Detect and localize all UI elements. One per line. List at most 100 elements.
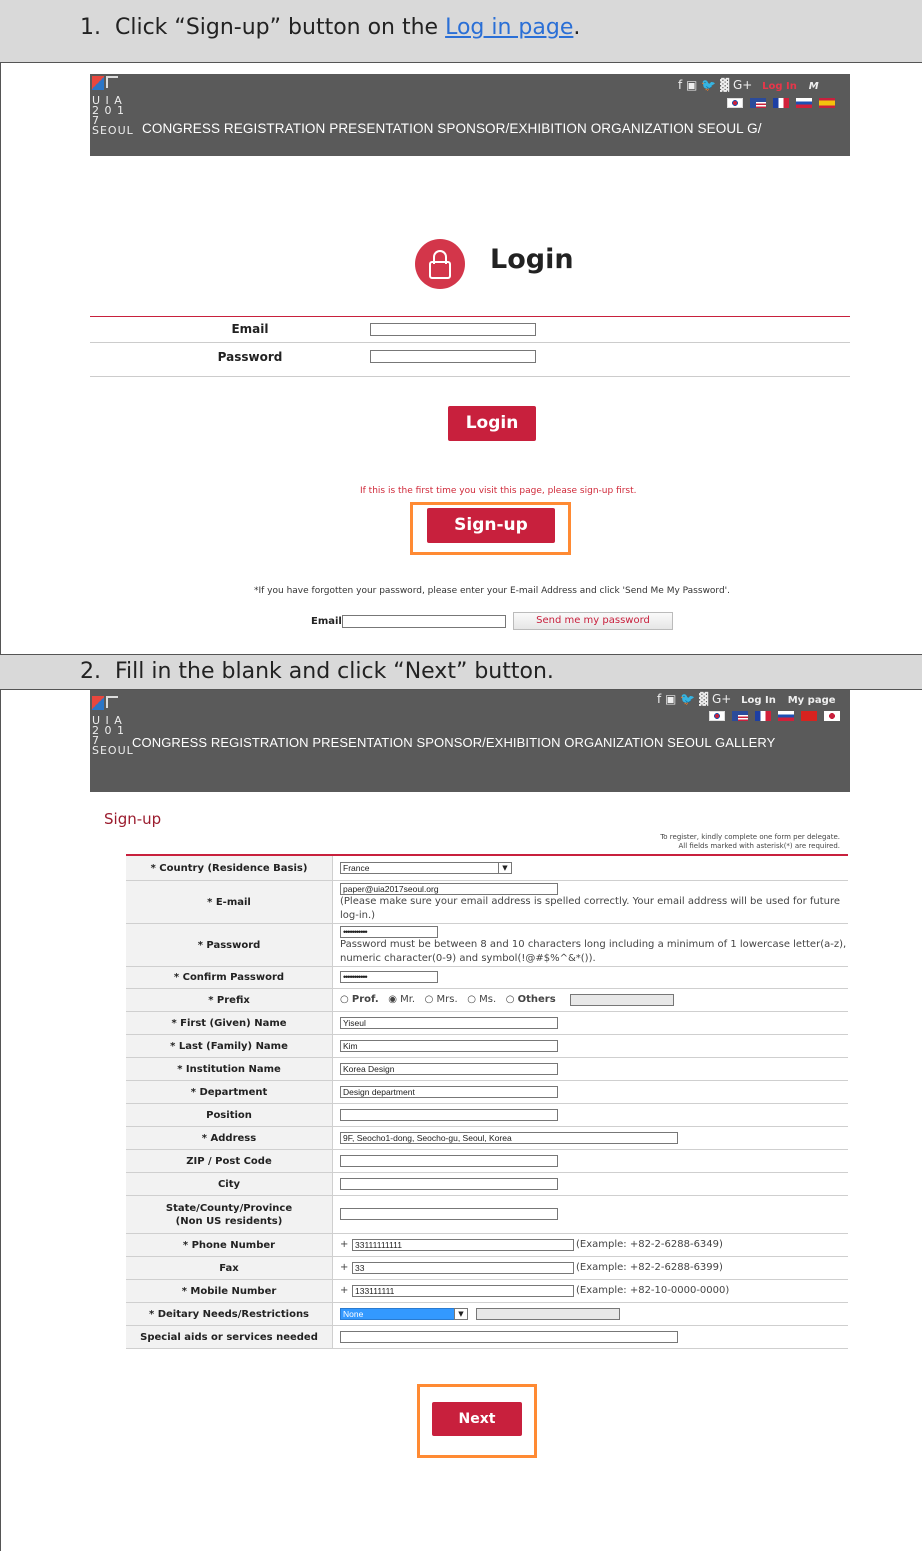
prefix-prof-radio[interactable]: ○ Prof. bbox=[340, 994, 379, 1005]
login-page-link[interactable]: Log in page bbox=[445, 15, 573, 40]
last-name-input[interactable]: Kim bbox=[340, 1040, 558, 1052]
mobile-label: * Mobile Number bbox=[126, 1280, 333, 1302]
login-button[interactable]: Login bbox=[448, 406, 536, 441]
password-help-text: Password must be between 8 and 10 charac… bbox=[340, 939, 847, 964]
position-label: Position bbox=[126, 1104, 333, 1126]
signup-form: * Country (Residence Basis) France ▼ * E… bbox=[126, 854, 848, 1490]
prefix-label: * Prefix bbox=[126, 989, 333, 1011]
fax-example: (Example: +82-2-6288-6399) bbox=[576, 1262, 723, 1273]
logo-line-3: SEOUL bbox=[92, 744, 134, 757]
email-input[interactable]: paper@uia2017seoul.org bbox=[340, 883, 558, 895]
signup-title: Sign-up bbox=[104, 810, 162, 828]
lock-icon bbox=[415, 239, 465, 289]
institution-input[interactable]: Korea Design bbox=[340, 1063, 558, 1075]
zip-label: ZIP / Post Code bbox=[126, 1150, 333, 1172]
confirm-password-input[interactable]: ••••••••••• bbox=[340, 971, 438, 983]
special-aids-input[interactable] bbox=[340, 1331, 678, 1343]
social-icons[interactable]: f ▣ 🐦 ▓ G+ Log In M bbox=[678, 78, 819, 92]
country-select[interactable]: France bbox=[340, 862, 512, 874]
france-flag-icon[interactable] bbox=[773, 98, 789, 108]
special-aids-row: Special aids or services needed bbox=[126, 1326, 848, 1349]
first-time-note: If this is the first time you visit this… bbox=[360, 486, 637, 496]
state-row: State/County/Province (Non US residents) bbox=[126, 1196, 848, 1234]
signup-button[interactable]: Sign-up bbox=[427, 508, 555, 543]
spain-flag-icon[interactable] bbox=[819, 98, 835, 108]
email-input[interactable] bbox=[370, 323, 536, 336]
forgot-email-input[interactable] bbox=[342, 615, 506, 628]
site-header: U I A 2 0 1 7 SEOUL f ▣ 🐦 ▓ G+ Log In M … bbox=[90, 74, 850, 156]
department-label: * Department bbox=[126, 1081, 333, 1103]
france-flag-icon[interactable] bbox=[755, 711, 771, 721]
address-label: * Address bbox=[126, 1127, 333, 1149]
dietary-other-input[interactable] bbox=[476, 1308, 620, 1320]
usa-flag-icon[interactable] bbox=[750, 98, 766, 108]
phone-plus: + bbox=[340, 1239, 349, 1250]
phone-label: * Phone Number bbox=[126, 1234, 333, 1256]
special-aids-label: Special aids or services needed bbox=[126, 1326, 333, 1348]
main-nav[interactable]: CONGRESS REGISTRATION PRESENTATION SPONS… bbox=[132, 735, 775, 750]
header-login-link[interactable]: Log In bbox=[741, 695, 776, 706]
password-input[interactable]: ••••••••••• bbox=[340, 926, 438, 938]
step-number: 2. bbox=[80, 659, 101, 684]
department-input[interactable]: Design department bbox=[340, 1086, 558, 1098]
uia-logo[interactable]: U I A 2 0 1 7 SEOUL bbox=[92, 76, 136, 136]
language-flags bbox=[720, 98, 835, 108]
forgot-password-note: *If you have forgotten your password, pl… bbox=[254, 586, 731, 596]
mobile-plus: + bbox=[340, 1285, 349, 1296]
prefix-mr-radio[interactable]: ◉ Mr. bbox=[388, 994, 415, 1005]
prefix-mrs-radio[interactable]: ○ Mrs. bbox=[425, 994, 458, 1005]
first-name-input[interactable]: Yiseul bbox=[340, 1017, 558, 1029]
usa-flag-icon[interactable] bbox=[732, 711, 748, 721]
step-2-instruction: 2. Fill in the blank and click “Next” bu… bbox=[80, 659, 554, 684]
social-links[interactable]: f ▣ 🐦 ▓ G+ bbox=[678, 78, 752, 92]
state-label-line-1: State/County/Province bbox=[165, 1202, 293, 1214]
uia-logo[interactable]: U I A 2 0 1 7 SEOUL bbox=[92, 696, 136, 756]
fax-input[interactable]: 33 bbox=[352, 1262, 574, 1274]
social-links[interactable]: f ▣ 🐦 ▓ G+ bbox=[657, 692, 731, 706]
mobile-input[interactable]: 133111111 bbox=[352, 1285, 574, 1297]
next-button[interactable]: Next bbox=[432, 1402, 522, 1436]
country-dropdown-chevron-icon[interactable]: ▼ bbox=[498, 862, 512, 874]
zip-row: ZIP / Post Code bbox=[126, 1150, 848, 1173]
password-row: * Password ••••••••••• Password must be … bbox=[126, 924, 848, 967]
zip-input[interactable] bbox=[340, 1155, 558, 1167]
russia-flag-icon[interactable] bbox=[778, 711, 794, 721]
address-input[interactable]: 9F, Seocho1-dong, Seocho-gu, Seoul, Kore… bbox=[340, 1132, 678, 1144]
header-login-link[interactable]: Log In bbox=[762, 81, 797, 92]
step-2-bar: 2. Fill in the blank and click “Next” bu… bbox=[0, 654, 922, 690]
header-mypage-link[interactable]: My page bbox=[788, 695, 836, 706]
russia-flag-icon[interactable] bbox=[796, 98, 812, 108]
position-row: Position bbox=[126, 1104, 848, 1127]
email-row: * E-mail paper@uia2017seoul.org (Please … bbox=[126, 881, 848, 924]
china-flag-icon[interactable] bbox=[801, 711, 817, 721]
mobile-row: * Mobile Number + 133111111 (Example: +8… bbox=[126, 1280, 848, 1303]
korea-flag-icon[interactable] bbox=[709, 711, 725, 721]
dietary-dropdown-chevron-icon[interactable]: ▼ bbox=[454, 1308, 468, 1320]
state-input[interactable] bbox=[340, 1208, 558, 1220]
japan-flag-icon[interactable] bbox=[824, 711, 840, 721]
email-help-text: (Please make sure your email address is … bbox=[340, 896, 841, 921]
city-input[interactable] bbox=[340, 1178, 558, 1190]
signup-screenshot: U I A 2 0 1 7 SEOUL f ▣ 🐦 ▓ G+ Log In My… bbox=[0, 690, 922, 1551]
phone-example: (Example: +82-2-6288-6349) bbox=[576, 1239, 723, 1250]
dietary-select[interactable]: None bbox=[340, 1308, 468, 1320]
country-label: * Country (Residence Basis) bbox=[126, 856, 333, 880]
city-row: City bbox=[126, 1173, 848, 1196]
social-icons[interactable]: f ▣ 🐦 ▓ G+ Log In My page bbox=[657, 692, 836, 706]
phone-input[interactable]: 33111111111 bbox=[352, 1239, 574, 1251]
main-nav[interactable]: CONGRESS REGISTRATION PRESENTATION SPONS… bbox=[142, 121, 762, 136]
prefix-options: ○ Prof. ◉ Mr. ○ Mrs. ○ Ms. ○ Others bbox=[340, 993, 556, 1007]
password-input[interactable] bbox=[370, 350, 536, 363]
prefix-ms-radio[interactable]: ○ Ms. bbox=[467, 994, 496, 1005]
step-text: Click “Sign-up” button on the bbox=[115, 15, 446, 40]
prefix-others-input[interactable] bbox=[570, 994, 674, 1006]
prefix-others-radio[interactable]: ○ Others bbox=[506, 994, 556, 1005]
header-mypage-link[interactable]: M bbox=[809, 81, 819, 92]
send-password-button[interactable]: Send me my password bbox=[513, 612, 673, 630]
login-screenshot: U I A 2 0 1 7 SEOUL f ▣ 🐦 ▓ G+ Log In M … bbox=[0, 64, 922, 654]
language-flags bbox=[702, 711, 840, 721]
email-label: * E-mail bbox=[126, 881, 333, 923]
korea-flag-icon[interactable] bbox=[727, 98, 743, 108]
position-input[interactable] bbox=[340, 1109, 558, 1121]
forgot-email-label: Email bbox=[311, 616, 342, 627]
